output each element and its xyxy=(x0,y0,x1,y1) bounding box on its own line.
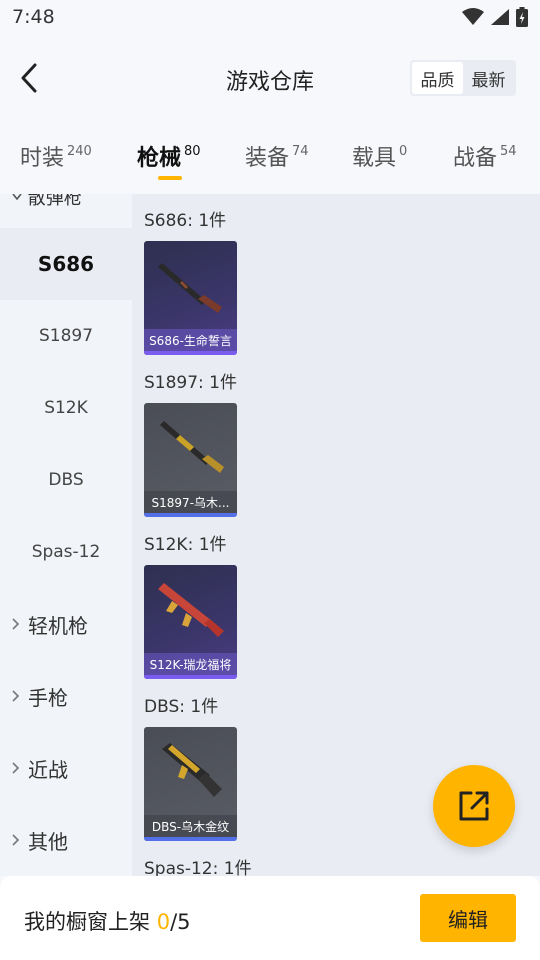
sidebar-group-label: 散弹枪 xyxy=(27,194,82,209)
sort-latest-option[interactable]: 最新 xyxy=(463,62,514,94)
tab-supplies[interactable]: 战备 54 xyxy=(453,140,517,172)
status-icons xyxy=(462,7,528,27)
category-tabs: 时装 240 枪械 80 装备 74 载具 0 战备 54 xyxy=(0,120,540,194)
sidebar-item-spas12[interactable]: Spas-12 xyxy=(0,516,132,588)
rarity-bar xyxy=(144,351,237,355)
sort-quality-option[interactable]: 品质 xyxy=(412,62,463,94)
rarity-bar xyxy=(144,513,237,517)
signal-icon xyxy=(491,9,509,25)
tab-count: 80 xyxy=(184,144,201,159)
rarity-bar xyxy=(144,675,237,679)
tab-count: 74 xyxy=(292,144,309,159)
sidebar-group-shotgun[interactable]: 散弹枪 xyxy=(12,194,82,210)
wifi-icon xyxy=(462,8,484,25)
tab-label: 战备 xyxy=(453,146,498,171)
sidebar-item-dbs[interactable]: DBS xyxy=(0,444,132,516)
section-title-s12k: S12K: 1件 xyxy=(144,535,227,555)
sidebar-item-s686[interactable]: S686 xyxy=(0,228,132,300)
status-time: 7:48 xyxy=(12,6,55,28)
item-card-s1897[interactable]: S1897-乌木... xyxy=(144,403,237,517)
tab-count: 240 xyxy=(67,144,92,159)
sidebar-group-label: 轻机枪 xyxy=(28,613,88,638)
sidebar-group-label: 其他 xyxy=(28,829,68,854)
sidebar-group-pistol[interactable]: 手枪 xyxy=(0,660,132,732)
sidebar-item-s1897[interactable]: S1897 xyxy=(0,300,132,372)
tab-label: 时装 xyxy=(20,146,65,171)
item-card-s12k[interactable]: S12K-瑞龙福将 xyxy=(144,565,237,679)
chevron-down-icon xyxy=(12,194,22,201)
showcase-current: 0 xyxy=(156,910,171,934)
sidebar-group-lmg[interactable]: 轻机枪 xyxy=(0,588,132,660)
sidebar-group-label: 近战 xyxy=(28,757,68,782)
section-title-spas12: Spas-12: 1件 xyxy=(144,859,252,876)
external-link-icon xyxy=(459,791,489,821)
status-bar: 7:48 xyxy=(0,0,540,36)
bottom-bar: 我的橱窗上架 0/5 编辑 xyxy=(0,876,540,960)
item-name: DBS-乌木金纹 xyxy=(144,815,237,837)
sort-toggle: 品质 最新 xyxy=(410,60,516,96)
item-name: S1897-乌木... xyxy=(144,491,237,513)
share-button[interactable] xyxy=(433,765,515,847)
tab-firearms[interactable]: 枪械 80 xyxy=(137,140,201,172)
rifle-icon xyxy=(158,583,224,637)
showcase-total: /5 xyxy=(170,910,191,934)
showcase-label: 我的橱窗上架 xyxy=(24,910,150,934)
tab-fashion[interactable]: 时装 240 xyxy=(20,140,92,172)
section-title-s686: S686: 1件 xyxy=(144,211,227,231)
shotgun-icon xyxy=(162,743,222,797)
chevron-right-icon xyxy=(12,834,20,846)
item-card-s686[interactable]: S686-生命誓言 xyxy=(144,241,237,355)
tab-label: 载具 xyxy=(352,146,397,171)
header: 游戏仓库 品质 最新 xyxy=(0,36,540,120)
sidebar-group-other[interactable]: 其他 xyxy=(0,804,132,876)
rarity-bar xyxy=(144,837,237,841)
edit-button[interactable]: 编辑 xyxy=(420,894,516,942)
sidebar-item-s12k[interactable]: S12K xyxy=(0,372,132,444)
tab-count: 0 xyxy=(399,144,408,159)
chevron-right-icon xyxy=(12,618,20,630)
section-title-s1897: S1897: 1件 xyxy=(144,373,238,393)
tab-label: 装备 xyxy=(245,146,290,171)
section-title-dbs: DBS: 1件 xyxy=(144,697,219,717)
item-name: S12K-瑞龙福将 xyxy=(144,653,237,675)
active-tab-indicator xyxy=(158,176,182,180)
weapon-sidebar[interactable]: 散弹枪 S686 S1897 S12K DBS Spas-12 轻机枪 手枪 近… xyxy=(0,194,132,876)
sidebar-group-melee[interactable]: 近战 xyxy=(0,732,132,804)
shotgun-icon xyxy=(160,421,224,473)
item-card-dbs[interactable]: DBS-乌木金纹 xyxy=(144,727,237,841)
tab-equipment[interactable]: 装备 74 xyxy=(245,140,309,172)
chevron-right-icon xyxy=(12,762,20,774)
sidebar-group-label: 手枪 xyxy=(28,685,68,710)
shotgun-icon xyxy=(158,263,222,313)
tab-label: 枪械 xyxy=(137,146,182,171)
chevron-right-icon xyxy=(12,690,20,702)
tab-vehicles[interactable]: 载具 0 xyxy=(352,140,407,172)
battery-icon xyxy=(516,7,528,27)
item-name: S686-生命誓言 xyxy=(144,329,237,351)
tab-count: 54 xyxy=(500,144,517,159)
showcase-status: 我的橱窗上架 0/5 xyxy=(24,906,191,936)
